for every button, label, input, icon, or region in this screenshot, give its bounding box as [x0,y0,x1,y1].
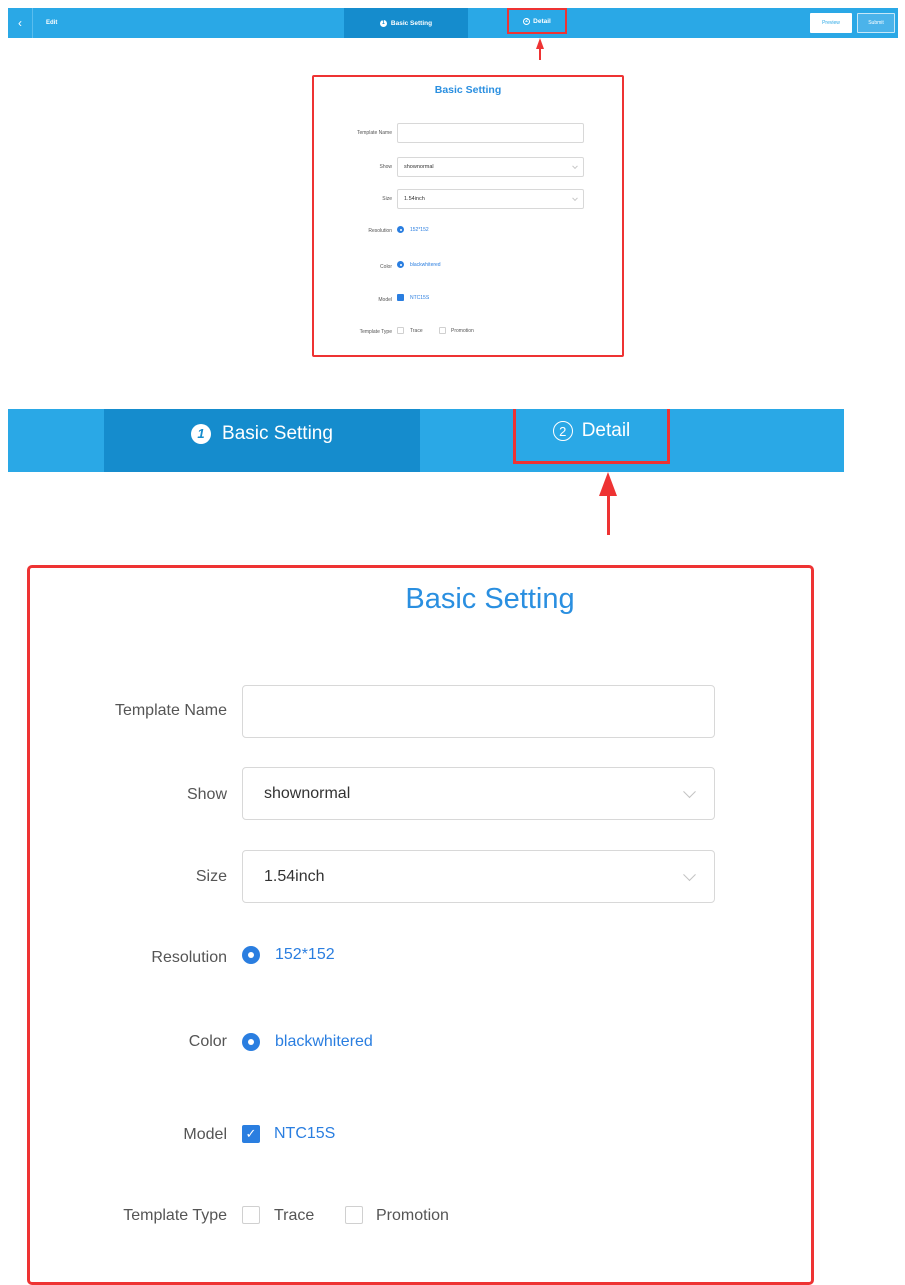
show-label: Show [186,786,227,803]
resolution-label: Resolution [151,949,227,966]
form-title: Basic Setting [434,84,502,96]
color-label: Color [188,1033,227,1050]
size-label: Size [195,868,227,885]
tab-basic-setting[interactable]: 1 Basic Setting [344,8,468,38]
size-label: Size [382,196,392,202]
resolution-value: 152*152 [275,946,335,963]
tab-basic-setting-zoomed[interactable]: 1 Basic Setting [104,409,420,472]
step-1-icon: 1 [379,19,387,27]
chevron-down-icon [572,163,578,170]
template-type-label: Template Type [359,329,392,335]
size-select[interactable]: 1.54inch [242,850,715,903]
chevron-down-icon [683,867,696,881]
tab-detail-zoomed[interactable]: 2 Detail [513,409,670,464]
tab-detail-zoomed-label: Detail [581,420,631,441]
trace-option-label: Trace [410,328,423,334]
color-radio[interactable] [242,1033,260,1051]
chevron-down-icon [683,784,696,798]
model-value: NTC15S [274,1125,336,1142]
trace-checkbox[interactable] [397,327,404,334]
show-select-value: shownormal [264,784,351,802]
preview-button[interactable]: Preview [810,13,852,33]
trace-option-label: Trace [274,1207,315,1224]
form-panel-small [312,75,624,357]
size-select[interactable]: 1.54inch [397,189,584,209]
show-select[interactable]: shownormal [242,767,715,820]
resolution-radio[interactable] [397,226,404,233]
show-label: Show [379,164,392,170]
tab-basic-setting-zoomed-label: Basic Setting [222,422,333,444]
tab-detail[interactable]: 2 Detail [507,8,567,34]
form-title-zoomed: Basic Setting [405,583,575,615]
back-icon[interactable]: ‹ [8,8,33,38]
arrow-shaft [539,48,541,60]
resolution-label: Resolution [368,228,392,234]
template-type-label: Template Type [123,1207,227,1224]
resolution-radio[interactable] [242,946,260,964]
template-name-label: Template Name [356,130,392,136]
promotion-checkbox[interactable] [439,327,446,334]
model-checkbox[interactable] [397,294,404,301]
show-select-value: shownormal [404,164,434,170]
page-title: Edit [46,20,58,26]
model-checkbox[interactable]: ✓ [242,1125,260,1143]
promotion-option-label: Promotion [451,328,474,334]
submit-button[interactable]: Submit [857,13,895,33]
promotion-option-label: Promotion [376,1207,449,1224]
step-1-icon: 1 [191,423,212,444]
model-value: NTC15S [410,295,430,301]
model-label: Model [183,1126,227,1143]
trace-checkbox[interactable] [242,1206,260,1224]
tab-detail-label: Detail [533,17,551,25]
form-panel-zoomed [27,565,814,1285]
step-2-icon: 2 [523,17,531,25]
model-label: Model [378,297,392,303]
color-value: blackwhitered [410,262,441,268]
chevron-down-icon [572,195,578,202]
size-select-value: 1.54inch [264,867,325,885]
color-value: blackwhitered [275,1033,373,1050]
template-name-label: Template Name [114,702,227,719]
arrow-shaft [607,487,610,535]
tab-basic-setting-label: Basic Setting [390,19,433,27]
color-label: Color [380,264,392,270]
color-radio[interactable] [397,261,404,268]
template-name-input[interactable] [397,123,584,143]
check-icon: ✓ [245,1126,257,1141]
size-select-value: 1.54inch [404,196,425,202]
resolution-value: 152*152 [410,227,429,233]
show-select[interactable]: shownormal [397,157,584,177]
step-2-icon: 2 [552,421,573,441]
promotion-checkbox[interactable] [345,1206,363,1224]
template-name-input[interactable] [242,685,715,738]
